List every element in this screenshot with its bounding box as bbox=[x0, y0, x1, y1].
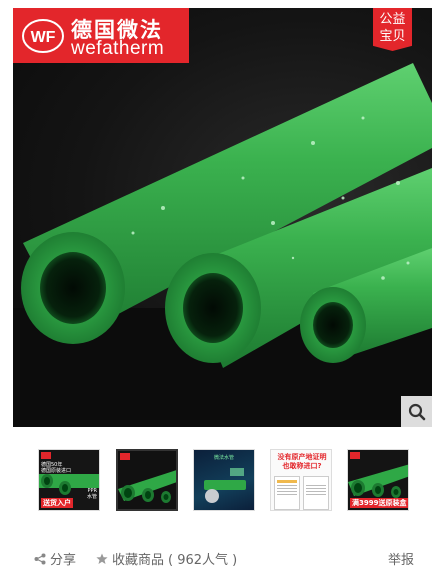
svg-text:WF: WF bbox=[31, 29, 56, 46]
badge-line-2: 宝贝 bbox=[379, 29, 406, 44]
thumbnail-4[interactable]: 没有原产地证明 也敢称进口? bbox=[270, 449, 332, 511]
thumb-document-image bbox=[274, 476, 300, 510]
favorite-label: 收藏商品 bbox=[112, 553, 165, 568]
thumb-document-image bbox=[303, 476, 329, 510]
thumb-title: 没有原产地证明 也敢称进口? bbox=[274, 453, 330, 471]
thumb-title-line-1: 没有原产地证明 bbox=[277, 453, 327, 461]
thumbnail-5[interactable]: 满3999送原装盒 bbox=[347, 449, 409, 511]
search-icon bbox=[408, 403, 425, 420]
thumb-promo-bottom: 满3999送原装盒 bbox=[350, 498, 408, 508]
thumb-brand-mark bbox=[120, 453, 130, 460]
thumb-fitting-image bbox=[204, 468, 246, 503]
charity-badge[interactable]: 公益 宝贝 bbox=[373, 8, 412, 51]
thumbnail-2[interactable] bbox=[116, 449, 178, 511]
brand-logo: WF 德国微法 wefatherm bbox=[13, 8, 189, 63]
favorite-count: ( 962人气 ) bbox=[168, 553, 238, 568]
zoom-button[interactable] bbox=[401, 396, 432, 427]
thumb-brand-mark bbox=[41, 452, 51, 459]
share-label: 分享 bbox=[50, 553, 77, 568]
report-link[interactable]: 举报 bbox=[388, 549, 414, 568]
thumbnail-3[interactable]: 微法水管 bbox=[193, 449, 255, 511]
thumb-promo-bottom: 送货入户 bbox=[41, 498, 73, 508]
thumb-side-tag-2: 水管 bbox=[86, 494, 97, 500]
action-bar: 分享 收藏商品 ( 962人气 ) 举报 bbox=[0, 546, 441, 568]
green-pipes-illustration bbox=[13, 63, 432, 427]
main-product-image[interactable] bbox=[13, 8, 432, 427]
share-button[interactable]: 分享 bbox=[34, 549, 76, 568]
thumb-pipes-image bbox=[118, 451, 176, 509]
thumb-promo-mid: 德国原装进口 bbox=[41, 468, 72, 474]
thumb-side-tag: PPR 水管 bbox=[87, 488, 97, 500]
thumbnail-1[interactable]: 德国50年 德国原装进口 PPR 水管 送货入户 bbox=[38, 449, 100, 511]
brand-name-en: wefatherm bbox=[71, 38, 165, 59]
favorite-button[interactable]: 收藏商品 ( 962人气 ) bbox=[96, 549, 237, 568]
share-icon bbox=[34, 553, 46, 564]
badge-line-1: 公益 bbox=[379, 12, 406, 27]
thumbnail-strip: 德国50年 德国原装进口 PPR 水管 送货入户 微法水管 没有原产地证明 也敢… bbox=[38, 449, 409, 511]
wf-logo-icon: WF bbox=[22, 19, 64, 53]
thumb-title-line-2: 也敢称进口? bbox=[282, 462, 322, 470]
thumb-brand-mark bbox=[350, 452, 360, 459]
star-icon bbox=[96, 553, 108, 564]
